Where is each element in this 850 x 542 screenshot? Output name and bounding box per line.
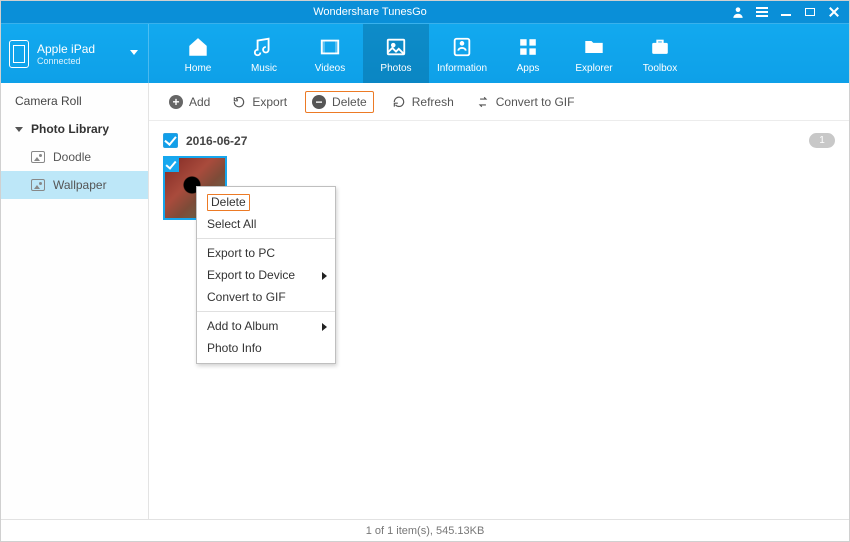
group-date-label: 2016-06-27 xyxy=(186,134,247,148)
app-title: Wondershare TunesGo xyxy=(313,6,427,18)
convert-icon xyxy=(476,95,490,109)
minimize-button[interactable] xyxy=(779,5,793,19)
apps-icon xyxy=(517,34,539,60)
device-icon xyxy=(9,40,29,68)
ctx-export-pc[interactable]: Export to PC xyxy=(197,242,335,264)
user-icon[interactable] xyxy=(731,5,745,19)
ctx-delete[interactable]: Delete xyxy=(197,191,335,213)
submenu-arrow-icon xyxy=(322,323,327,331)
main-header: Apple iPad Connected Home Music Videos xyxy=(1,23,849,83)
convert-gif-button[interactable]: Convert to GIF xyxy=(472,91,579,113)
title-bar: Wondershare TunesGo xyxy=(1,1,849,23)
music-icon xyxy=(253,34,275,60)
ctx-photo-info[interactable]: Photo Info xyxy=(197,337,335,359)
ctx-select-all[interactable]: Select All xyxy=(197,213,335,235)
plus-icon: + xyxy=(169,95,183,109)
nav-music[interactable]: Music xyxy=(231,24,297,83)
nav-explorer[interactable]: Explorer xyxy=(561,24,627,83)
refresh-icon xyxy=(392,95,406,109)
sidebar-item-wallpaper[interactable]: Wallpaper xyxy=(1,171,148,199)
photos-icon xyxy=(385,34,407,60)
add-button[interactable]: + Add xyxy=(165,91,214,113)
delete-button[interactable]: − Delete xyxy=(305,91,374,113)
sidebar-item-photo-library[interactable]: Photo Library xyxy=(1,115,148,143)
nav-home[interactable]: Home xyxy=(165,24,231,83)
device-name: Apple iPad xyxy=(37,42,95,56)
home-icon xyxy=(187,34,209,60)
ctx-separator xyxy=(197,311,335,312)
ctx-export-device[interactable]: Export to Device xyxy=(197,264,335,286)
export-button[interactable]: Export xyxy=(228,91,291,113)
group-checkbox[interactable] xyxy=(163,133,178,148)
device-selector[interactable]: Apple iPad Connected xyxy=(1,24,149,83)
menu-icon[interactable] xyxy=(755,5,769,19)
context-menu: Delete Select All Export to PC Export to… xyxy=(196,186,336,364)
close-button[interactable] xyxy=(827,5,841,19)
nav-toolbox[interactable]: Toolbox xyxy=(627,24,693,83)
export-icon xyxy=(232,95,246,109)
minus-icon: − xyxy=(312,95,326,109)
refresh-button[interactable]: Refresh xyxy=(388,91,458,113)
sidebar: Camera Roll Photo Library Doodle Wallpap… xyxy=(1,83,149,519)
sidebar-item-doodle[interactable]: Doodle xyxy=(1,143,148,171)
nav-photos[interactable]: Photos xyxy=(363,24,429,83)
toolbox-icon xyxy=(649,34,671,60)
sidebar-item-label: Camera Roll xyxy=(15,94,82,108)
status-text: 1 of 1 item(s), 545.13KB xyxy=(366,525,485,537)
nav-videos[interactable]: Videos xyxy=(297,24,363,83)
photo-group-header: 2016-06-27 1 xyxy=(163,129,835,156)
ctx-separator xyxy=(197,238,335,239)
thumbnail-selected-check-icon xyxy=(165,158,179,172)
submenu-arrow-icon xyxy=(322,272,327,280)
nav-information[interactable]: Information xyxy=(429,24,495,83)
collapse-icon xyxy=(15,127,23,132)
album-icon xyxy=(31,151,45,163)
sidebar-item-label: Wallpaper xyxy=(53,178,107,192)
videos-icon xyxy=(319,34,341,60)
status-bar: 1 of 1 item(s), 545.13KB xyxy=(1,519,849,541)
sidebar-item-label: Doodle xyxy=(53,150,91,164)
sidebar-item-label: Photo Library xyxy=(31,122,109,136)
main-nav: Home Music Videos Photos Information xyxy=(149,24,849,83)
sidebar-item-camera-roll[interactable]: Camera Roll xyxy=(1,87,148,115)
toolbar: + Add Export − Delete Refresh Convert to… xyxy=(149,83,849,121)
device-status: Connected xyxy=(37,56,95,66)
maximize-button[interactable] xyxy=(803,5,817,19)
group-count-badge: 1 xyxy=(809,133,835,148)
device-dropdown-arrow-icon xyxy=(130,50,138,55)
explorer-icon xyxy=(583,34,605,60)
ctx-convert-gif[interactable]: Convert to GIF xyxy=(197,286,335,308)
nav-apps[interactable]: Apps xyxy=(495,24,561,83)
ctx-add-album[interactable]: Add to Album xyxy=(197,315,335,337)
album-icon xyxy=(31,179,45,191)
information-icon xyxy=(451,34,473,60)
